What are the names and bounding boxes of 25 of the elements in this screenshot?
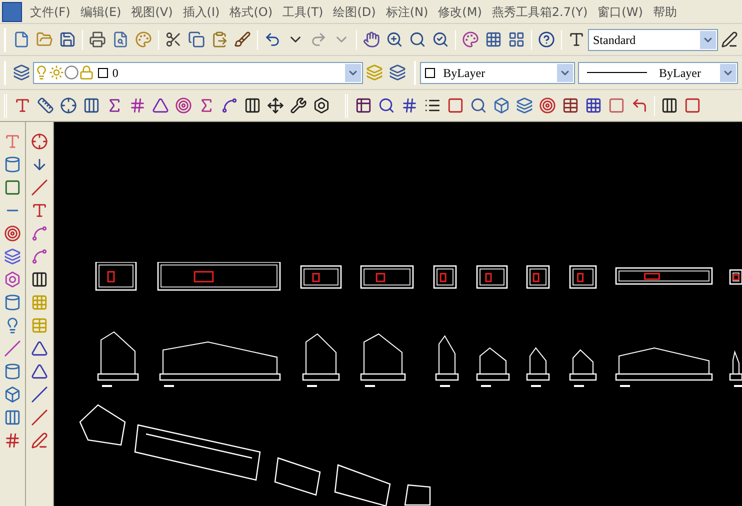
dropdown-field[interactable]: ByLayer [578, 62, 738, 84]
color-swatch-icon [98, 68, 108, 78]
dropdown-value: ByLayer [442, 64, 486, 82]
menu-item[interactable]: 绘图(D) [328, 2, 381, 20]
menu-item[interactable]: 工具(T) [278, 2, 328, 20]
menu-item[interactable]: 窗口(W) [592, 2, 648, 20]
layer-name: 0 [111, 64, 120, 82]
dropdown-value: Standard [592, 32, 637, 48]
line-sample-icon [586, 72, 647, 73]
color-swatch-icon [425, 68, 436, 78]
dropdown-field[interactable]: ByLayer [420, 62, 576, 84]
lock-icon [79, 65, 94, 80]
dropdown-field[interactable]: Standard [588, 28, 718, 50]
menu-item[interactable]: 标注(N) [380, 2, 434, 20]
menu-item[interactable]: 文件(F) [25, 2, 76, 20]
menu-item[interactable]: 编辑(E) [75, 2, 126, 20]
menu-item[interactable]: 修改(M) [433, 2, 487, 20]
menu-item[interactable]: 燕秀工具箱2.7(Y) [486, 2, 593, 20]
menu-item[interactable]: 帮助 [648, 2, 682, 20]
menu-item[interactable]: 格式(O) [224, 2, 278, 20]
layer-dropdown[interactable]: 0 [33, 62, 364, 84]
app-icon[interactable] [2, 2, 22, 22]
menu-item[interactable]: 插入(I) [178, 2, 225, 20]
menu-item[interactable]: 视图(V) [126, 2, 178, 20]
dropdown-value: ByLayer [658, 64, 702, 82]
